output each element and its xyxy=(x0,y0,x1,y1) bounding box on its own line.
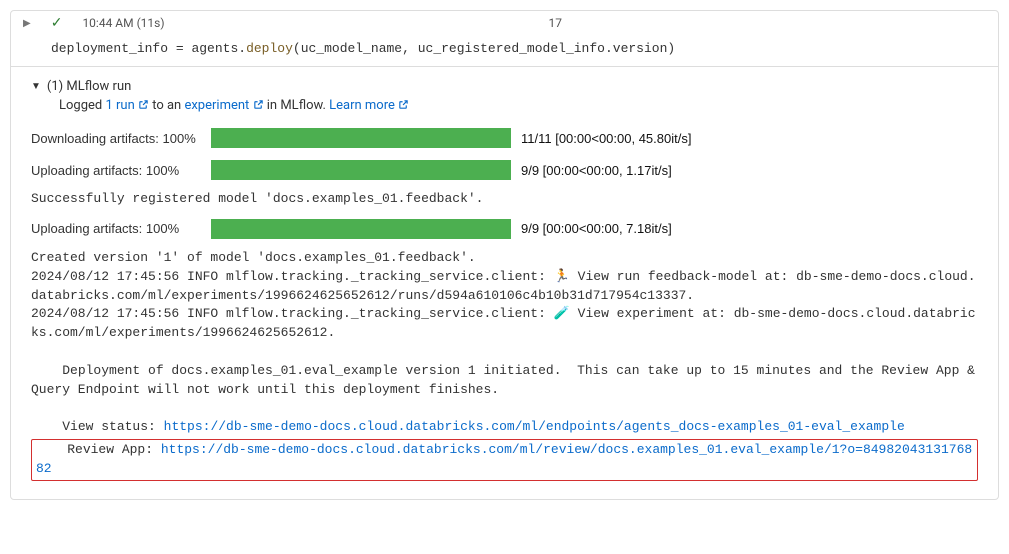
external-link-icon xyxy=(253,99,264,114)
progress-stats: 9/9 [00:00<00:00, 1.17it/s] xyxy=(521,163,672,178)
status-url-link[interactable]: https://db-sme-demo-docs.cloud.databrick… xyxy=(164,419,905,434)
external-link-icon xyxy=(398,99,409,114)
progress-bar xyxy=(211,128,511,148)
review-app-url-link[interactable]: https://db-sme-demo-docs.cloud.databrick… xyxy=(36,442,972,476)
run-icon[interactable]: ▶ xyxy=(23,18,31,29)
progress-label: Uploading artifacts: 100% xyxy=(31,163,201,178)
check-icon: ✓ xyxy=(51,15,63,31)
progress-row: Uploading artifacts: 100% 9/9 [00:00<00:… xyxy=(31,213,978,245)
progress-label: Downloading artifacts: 100% xyxy=(31,131,201,146)
collapse-label: (1) MLflow run xyxy=(47,79,131,94)
review-app-highlight: Review App: https://db-sme-demo-docs.clo… xyxy=(31,439,978,481)
progress-label: Uploading artifacts: 100% xyxy=(31,221,201,236)
progress-row: Uploading artifacts: 100% 9/9 [00:00<00:… xyxy=(31,154,978,186)
cell-output: ▼ (1) MLflow run Logged 1 run to an expe… xyxy=(11,66,998,499)
experiment-link[interactable]: experiment xyxy=(184,98,263,113)
notebook-cell: ▶ ✓ 10:44 AM (11s) 17 deployment_info = … xyxy=(10,10,999,500)
log-line: Successfully registered model 'docs.exam… xyxy=(31,186,978,213)
cell-header: ▶ ✓ 10:44 AM (11s) 17 xyxy=(11,11,998,35)
logged-line: Logged 1 run to an experiment in MLflow.… xyxy=(31,98,978,122)
learn-more-link[interactable]: Learn more xyxy=(329,98,409,113)
code-token: deployment_info xyxy=(51,41,168,56)
execution-count: 17 xyxy=(125,16,986,30)
external-link-icon xyxy=(138,99,149,114)
run-link[interactable]: 1 run xyxy=(105,98,149,113)
progress-bar xyxy=(211,219,511,239)
log-block: Created version '1' of model 'docs.examp… xyxy=(31,245,978,485)
collapse-toggle[interactable]: ▼ (1) MLflow run xyxy=(31,77,978,98)
caret-down-icon: ▼ xyxy=(31,81,41,92)
code-editor[interactable]: deployment_info = agents.deploy(uc_model… xyxy=(11,35,998,66)
progress-stats: 9/9 [00:00<00:00, 7.18it/s] xyxy=(521,221,672,236)
progress-bar xyxy=(211,160,511,180)
progress-stats: 11/11 [00:00<00:00, 45.80it/s] xyxy=(521,131,691,146)
progress-row: Downloading artifacts: 100% 11/11 [00:00… xyxy=(31,122,978,154)
